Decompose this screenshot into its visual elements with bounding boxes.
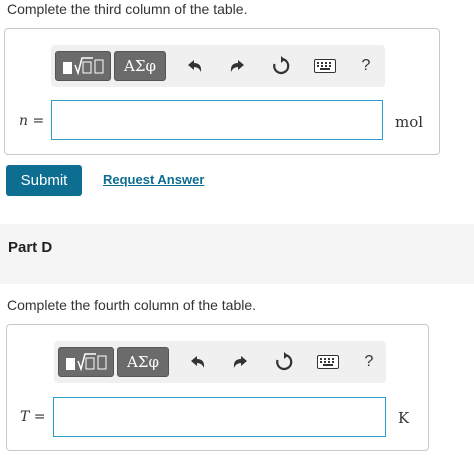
equals-sign: =: [32, 113, 45, 129]
templates-button[interactable]: [58, 347, 114, 377]
templates-icon: [66, 353, 107, 372]
keyboard-icon[interactable]: [315, 350, 341, 374]
reset-icon[interactable]: [271, 350, 297, 374]
greek-symbols-button[interactable]: ΑΣφ: [117, 347, 169, 377]
keyboard-icon[interactable]: [312, 54, 338, 78]
equals-sign: =: [33, 409, 46, 425]
part-d-toolbar: ΑΣφ ?: [54, 341, 386, 383]
reset-icon[interactable]: [268, 54, 294, 78]
unit-label-mol: mol: [395, 113, 424, 131]
variable-symbol: n: [19, 113, 29, 129]
part-d-header: [0, 224, 474, 284]
undo-icon[interactable]: [185, 350, 211, 374]
undo-icon[interactable]: [182, 54, 208, 78]
part-c-answer-box: ΑΣφ ? n = mol: [4, 28, 440, 155]
templates-icon: [63, 57, 104, 76]
part-c-toolbar: ΑΣφ ?: [51, 45, 385, 87]
temperature-input[interactable]: [53, 397, 386, 437]
help-icon[interactable]: ?: [353, 54, 379, 78]
greek-symbols-label: ΑΣφ: [127, 353, 159, 371]
greek-symbols-button[interactable]: ΑΣφ: [114, 51, 166, 81]
templates-button[interactable]: [55, 51, 111, 81]
amount-input[interactable]: [51, 100, 383, 140]
help-label: ?: [364, 353, 374, 370]
variable-label-n: n =: [19, 113, 44, 129]
unit-label-k: K: [398, 409, 410, 427]
variable-label-t: T =: [20, 409, 46, 425]
redo-icon[interactable]: [224, 54, 250, 78]
redo-icon[interactable]: [227, 350, 253, 374]
part-c-instruction: Complete the third column of the table.: [7, 1, 248, 17]
help-icon[interactable]: ?: [356, 350, 382, 374]
part-d-instruction: Complete the fourth column of the table.: [7, 297, 257, 313]
part-d-title: Part D: [8, 239, 53, 256]
help-label: ?: [361, 57, 371, 74]
greek-symbols-label: ΑΣφ: [124, 57, 156, 75]
request-answer-link[interactable]: Request Answer: [103, 172, 204, 187]
variable-symbol: T: [20, 409, 30, 425]
submit-button[interactable]: Submit: [6, 165, 82, 196]
part-d-answer-box: ΑΣφ ? T = K: [6, 324, 429, 451]
